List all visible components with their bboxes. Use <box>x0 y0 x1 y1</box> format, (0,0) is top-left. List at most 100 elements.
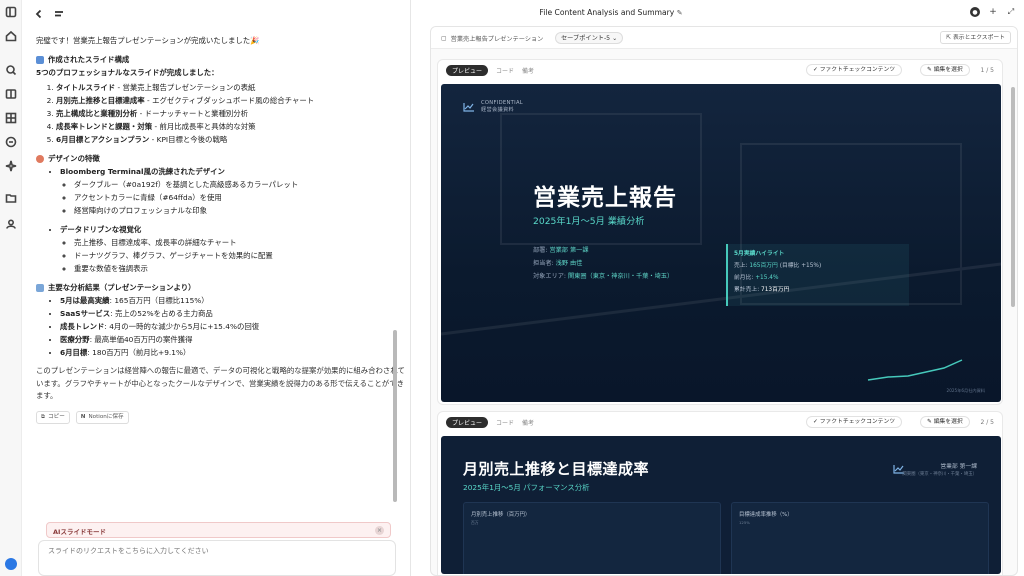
monthly-sales-panel: 月別売上推移（百万円） 百万 <box>463 502 721 574</box>
slide-card-2: プレビュー コード 備考 ✓ ファクトチェックコンテンツ ✎ 編集を選択 2 /… <box>437 411 1003 575</box>
edit-icon: ✎ <box>927 419 934 425</box>
tab-preview[interactable]: プレビュー <box>446 417 489 428</box>
highlight-total: 累計売上: 713百万円 <box>734 287 790 293</box>
add-icon[interactable]: + <box>988 7 998 17</box>
chat-panel: 完璧です！営業売上報告プレゼンテーションが完成いたしました🎉 作成されたスライド… <box>22 0 410 576</box>
preview-panel: ▢ 営業売上報告プレゼンテーション セーブポイント-5 ⌄ ⇱ 表示とエクスポー… <box>430 26 1018 576</box>
select-edit-button[interactable]: ✎ 編集を選択 <box>920 416 970 428</box>
notion-icon: N <box>80 413 86 420</box>
sparkle-icon[interactable] <box>3 158 19 174</box>
table-icon[interactable] <box>3 110 19 126</box>
list-item: 6月目標とアクションプラン - KPI目標と今後の戦略 <box>56 133 406 146</box>
copy-button[interactable]: ⧉ コピー <box>36 410 70 424</box>
list-item: 売上推移、目標達成率、成長率の詳細なチャート <box>74 236 406 249</box>
tab-code[interactable]: コード <box>496 66 514 75</box>
list-item: Bloomberg Terminal風の洗練されたデザイン ダークブルー（#0a… <box>60 165 406 217</box>
slide-footer: 2025年6月社内資料 <box>946 388 985 393</box>
highlight-sales: 売上: 165百万円 (目標比 +15%) <box>734 263 822 269</box>
folder-icon[interactable] <box>3 190 19 206</box>
target-rate-panel: 目標達成率推移（%） 125% <box>731 502 989 574</box>
palette-icon <box>36 154 44 163</box>
list-item: 経営陣向けのプロフェッショナルな印象 <box>74 204 406 217</box>
slide-title: 営業売上報告 <box>533 185 677 211</box>
check-icon: ✓ <box>813 67 820 73</box>
slide-toolbar: プレビュー コード 備考 ✓ ファクトチェックコンテンツ ✎ 編集を選択 1 /… <box>438 60 1002 80</box>
page-indicator: 2 / 5 <box>980 419 994 426</box>
preview-header: ▢ 営業売上報告プレゼンテーション セーブポイント-5 ⌄ ⇱ 表示とエクスポー… <box>431 27 1017 49</box>
page-indicator: 1 / 5 <box>980 67 994 74</box>
view-export-button[interactable]: ⇱ 表示とエクスポート <box>940 31 1011 44</box>
copy-icon: ⧉ <box>41 413 45 420</box>
chat-input-box[interactable] <box>38 540 396 576</box>
avatar[interactable] <box>5 558 17 570</box>
tab-memo[interactable]: 備考 <box>522 418 534 427</box>
chat-toolbar <box>34 6 64 20</box>
slide-meta: 部署: 営業部 第一課 担当者: 浅野 由佳 対象エリア: 関東圏（東京・神奈川… <box>533 244 673 283</box>
slide-dept-info: 営業部 第一課 関東圏（東京・神奈川・千葉・埼玉） <box>902 464 977 477</box>
highlight-box: 5月実績ハイライト 売上: 165百万円 (目標比 +15%) 前月比: +15… <box>726 244 909 306</box>
chevron-down-icon: ⌄ <box>612 35 618 42</box>
file-name: ▢ 営業売上報告プレゼンテーション <box>441 35 544 43</box>
settings-icon[interactable]: ● <box>970 7 980 17</box>
menu-icon[interactable] <box>54 4 64 23</box>
title-bar: File Content Analysis and Summary ✎ ● + … <box>411 0 1024 26</box>
search-icon[interactable] <box>3 62 19 78</box>
list-item: 成長トレンド: 4月の一時的な減少から5月に+15.4%の回復 <box>60 320 406 333</box>
sidebar-toggle-icon[interactable] <box>3 4 19 20</box>
list-item: 6月目標: 180百万円（前月比+9.1%） <box>60 346 406 359</box>
check-icon: ✓ <box>813 419 820 425</box>
section-heading-design: デザインの特徴 <box>36 152 406 165</box>
home-icon[interactable] <box>3 28 19 44</box>
tab-memo[interactable]: 備考 <box>522 66 534 75</box>
window-actions: ● + ⤢ <box>970 7 1016 17</box>
list-item: データドリブンな視覚化 売上推移、目標達成率、成長率の詳細なチャート ドーナツグ… <box>60 223 406 275</box>
save-to-notion-button[interactable]: N Notionに保存 <box>75 410 129 424</box>
left-rail <box>0 0 22 576</box>
edit-icon: ✎ <box>927 67 934 73</box>
chat-bubble-icon[interactable] <box>3 134 19 150</box>
owner-row: 担当者: 浅野 由佳 <box>533 260 583 267</box>
chat-scrollbar[interactable] <box>393 330 397 502</box>
back-icon[interactable] <box>34 4 44 23</box>
tab-preview[interactable]: プレビュー <box>446 65 489 76</box>
trend-line-decoration <box>867 359 963 381</box>
highlight-mom: 前月比: +15.4% <box>734 275 779 281</box>
chart-icon <box>36 55 44 64</box>
close-icon[interactable]: × <box>375 526 384 535</box>
preview-scrollbar[interactable] <box>1011 87 1015 307</box>
slide-card-1: プレビュー コード 備考 ✓ ファクトチェックコンテンツ ✎ 編集を選択 1 /… <box>437 59 1003 405</box>
section-lead: 5つのプロフェッショナルなスライドが完成しました： <box>36 68 219 77</box>
dept-row: 部署: 営業部 第一課 <box>533 247 589 254</box>
tab-code[interactable]: コード <box>496 418 514 427</box>
message-intro: 完璧です！営業売上報告プレゼンテーションが完成いたしました🎉 <box>36 36 260 45</box>
ai-slide-mode-banner[interactable]: AIスライドモード × <box>46 522 391 538</box>
results-list: 5月は最高実績: 165百万円（目標比115%） SaaSサービス: 売上の52… <box>60 294 406 359</box>
user-icon[interactable] <box>3 216 19 232</box>
factcheck-button[interactable]: ✓ ファクトチェックコンテンツ <box>806 416 903 428</box>
confidential-badge: CONFIDENTIAL 経営会議資料 <box>463 100 523 114</box>
memo-icon <box>36 283 44 292</box>
factcheck-button[interactable]: ✓ ファクトチェックコンテンツ <box>806 64 903 76</box>
select-edit-button[interactable]: ✎ 編集を選択 <box>920 64 970 76</box>
edit-pencil-icon[interactable]: ✎ <box>677 9 683 17</box>
list-item: タイトルスライド - 営業売上報告プレゼンテーションの表紙 <box>56 81 406 94</box>
monthly-sales-slide[interactable]: 月別売上推移と目標達成率 2025年1月～5月 パフォーマンス分析 営業部 第一… <box>441 436 1001 574</box>
export-icon: ⇱ <box>946 35 953 41</box>
slides-icon[interactable] <box>3 86 19 102</box>
slide-list: タイトルスライド - 営業売上報告プレゼンテーションの表紙 月別売上推移と目標達… <box>56 81 406 146</box>
slide-title: 月別売上推移と目標達成率 <box>463 460 650 478</box>
title-slide[interactable]: CONFIDENTIAL 経営会議資料 営業売上報告 2025年1月～5月 業績… <box>441 84 1001 402</box>
section-heading-slides: 作成されたスライド構成 <box>36 53 406 66</box>
slide-subtitle: 2025年1月～5月 パフォーマンス分析 <box>463 483 590 492</box>
design-list: Bloomberg Terminal風の洗練されたデザイン ダークブルー（#0a… <box>60 165 406 275</box>
assistant-message: 完璧です！営業売上報告プレゼンテーションが完成いたしました🎉 作成されたスライド… <box>36 34 406 424</box>
document-title[interactable]: File Content Analysis and Summary ✎ <box>411 8 811 17</box>
closing-paragraph: このプレゼンテーションは経営陣への報告に最適で、データの可視化と戦略的な提案が効… <box>36 366 405 400</box>
checkpoint-dropdown[interactable]: セーブポイント-5 ⌄ <box>555 32 624 44</box>
list-item: 売上構成比と業種別分析 - ドーナッチャートと業種別分析 <box>56 107 406 120</box>
divider <box>410 0 411 576</box>
chat-input[interactable] <box>48 547 348 555</box>
file-icon: ▢ <box>441 35 447 42</box>
list-item: SaaSサービス: 売上の52%を占める主力商品 <box>60 307 406 320</box>
expand-icon[interactable]: ⤢ <box>1006 7 1016 17</box>
